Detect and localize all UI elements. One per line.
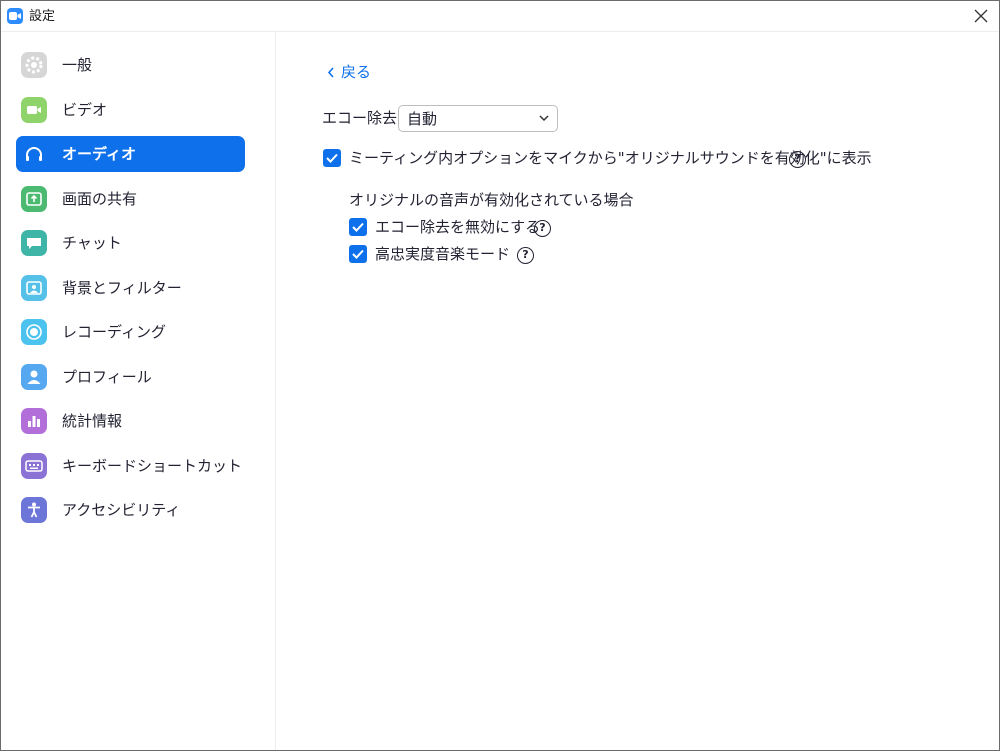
gear-icon (21, 52, 47, 78)
hifi-music-label: 高忠実度音楽モード (375, 245, 511, 263)
hifi-music-checkbox[interactable] (349, 245, 367, 263)
sidebar-item-label: レコーディング (62, 323, 166, 341)
settings-sidebar: 一般 ビデオ オーディオ 画面の共有 チャット 背景とフィルター レコーディング… (1, 32, 276, 750)
bar-chart-icon (21, 408, 47, 434)
settings-window: 設定 一般 ビデオ オーディオ 画面の共有 チャット 背景とフィルター レコーデ… (0, 0, 1000, 751)
sidebar-item-chat[interactable]: チャット (16, 225, 245, 261)
sidebar-item-recording[interactable]: レコーディング (16, 314, 245, 350)
record-icon (21, 319, 47, 345)
echo-cancel-label: エコー除去 (322, 109, 398, 127)
window-title: 設定 (29, 9, 56, 24)
background-icon (21, 275, 47, 301)
sidebar-item-keyboard-shortcuts[interactable]: キーボードショートカット (16, 448, 245, 484)
sidebar-item-label: アクセシビリティ (62, 501, 181, 519)
sidebar-item-share-screen[interactable]: 画面の共有 (16, 181, 245, 217)
keyboard-icon (21, 453, 47, 479)
chevron-left-icon (327, 67, 334, 78)
sidebar-item-label: 統計情報 (62, 412, 123, 430)
show-original-sound-checkbox[interactable] (323, 149, 341, 167)
sidebar-item-statistics[interactable]: 統計情報 (16, 403, 245, 439)
help-icon[interactable]: ? (789, 151, 806, 168)
sidebar-item-label: ビデオ (62, 101, 108, 119)
check-icon (352, 222, 364, 232)
sidebar-item-profile[interactable]: プロフィール (16, 359, 245, 395)
back-label: 戻る (341, 63, 372, 81)
sidebar-item-general[interactable]: 一般 (16, 47, 245, 83)
chevron-down-icon (539, 115, 549, 122)
echo-cancel-value: 自動 (407, 110, 438, 128)
sidebar-item-video[interactable]: ビデオ (16, 92, 245, 128)
sidebar-item-label: キーボードショートカット (62, 457, 243, 475)
check-icon (352, 249, 364, 259)
sidebar-item-label: チャット (62, 234, 122, 252)
audio-settings-panel: 戻る エコー除去 自動 ミーティング内オプションをマイクから"オリジナルサウンド… (277, 32, 999, 750)
sidebar-item-background[interactable]: 背景とフィルター (16, 270, 245, 306)
help-icon[interactable]: ? (517, 247, 534, 264)
disable-echo-label: エコー除去を無効にする (375, 218, 541, 236)
chat-bubble-icon (21, 230, 47, 256)
original-sound-heading: オリジナルの音声が有効化されている場合 (349, 191, 634, 209)
video-camera-icon (21, 97, 47, 123)
zoom-camera-icon (7, 8, 23, 24)
echo-cancel-select[interactable]: 自動 (398, 105, 558, 132)
check-icon (326, 153, 338, 163)
sidebar-item-label: 画面の共有 (62, 190, 138, 208)
close-button[interactable] (963, 1, 999, 31)
accessibility-icon (21, 497, 47, 523)
sidebar-item-label: オーディオ (62, 145, 136, 163)
sidebar-item-label: 一般 (62, 56, 93, 74)
help-icon[interactable]: ? (534, 220, 551, 237)
headphones-icon (21, 141, 47, 167)
sidebar-item-accessibility[interactable]: アクセシビリティ (16, 492, 245, 528)
close-icon (974, 9, 988, 23)
sidebar-item-audio[interactable]: オーディオ (16, 136, 245, 172)
disable-echo-checkbox[interactable] (349, 218, 367, 236)
sidebar-item-label: 背景とフィルター (62, 279, 182, 297)
sidebar-item-label: プロフィール (62, 368, 152, 386)
share-screen-icon (21, 186, 47, 212)
title-bar: 設定 (1, 1, 999, 32)
person-icon (21, 364, 47, 390)
